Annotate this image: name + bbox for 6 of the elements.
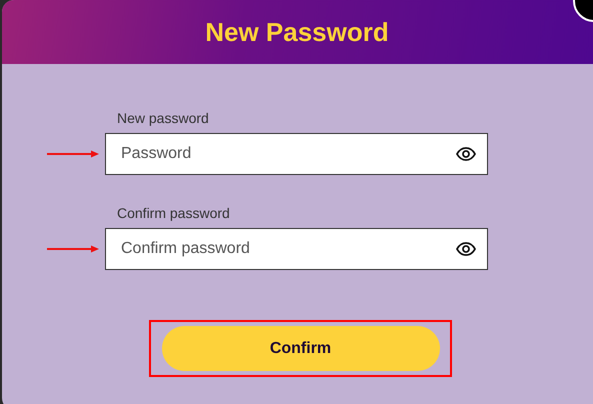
- field-label: New password: [117, 109, 210, 127]
- dialog-title: New Password: [205, 16, 389, 48]
- field-label: Confirm password: [117, 204, 231, 222]
- password-field[interactable]: Password: [105, 133, 488, 175]
- password-field[interactable]: Confirm password: [105, 228, 488, 270]
- confirm-button[interactable]: Confirm: [162, 326, 440, 371]
